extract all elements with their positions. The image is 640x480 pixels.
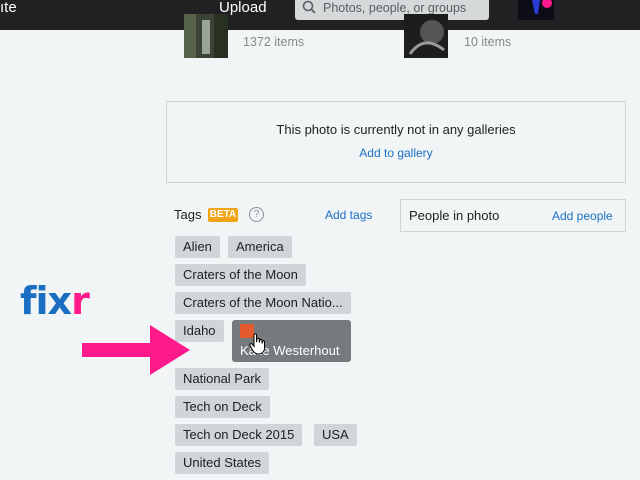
hand-cursor-icon	[249, 333, 265, 355]
user-avatar[interactable]	[518, 0, 554, 20]
galleries-panel: This photo is currently not in any galle…	[166, 101, 626, 183]
tag-chip[interactable]: Tech on Deck 2015	[175, 424, 303, 446]
help-icon[interactable]: ?	[249, 207, 264, 222]
tag-chip[interactable]: United States	[175, 452, 270, 474]
nav-item-fragment[interactable]: ıte	[0, 0, 17, 16]
search-icon	[302, 0, 316, 14]
search-input[interactable]: Photos, people, or groups	[295, 0, 489, 20]
top-navbar: ıte Upload Photos, people, or groups	[0, 0, 640, 30]
fixr-logo: fixr	[20, 279, 90, 323]
album-thumbnail[interactable]	[404, 14, 448, 58]
add-to-gallery-link[interactable]: Add to gallery	[167, 146, 625, 160]
tags-heading: Tags	[174, 207, 202, 222]
beta-badge: BETA	[208, 208, 238, 222]
people-heading: People in photo	[409, 208, 500, 223]
tag-chip[interactable]: Craters of the Moon Natio...	[175, 292, 351, 314]
tag-chip[interactable]: Alien	[175, 236, 220, 258]
add-tags-link[interactable]: Add tags	[325, 208, 372, 222]
tag-chip[interactable]: Tech on Deck	[175, 396, 270, 418]
pointer-arrow-icon	[82, 325, 190, 375]
galleries-message: This photo is currently not in any galle…	[276, 122, 516, 137]
people-panel: People in photo Add people	[400, 199, 626, 232]
tag-chip[interactable]: USA	[314, 424, 357, 446]
search-placeholder: Photos, people, or groups	[323, 1, 467, 15]
tag-chip[interactable]: America	[228, 236, 292, 258]
album-item-count: 1372 items	[243, 35, 305, 49]
tag-chip[interactable]: Craters of the Moon	[175, 264, 306, 286]
add-people-link[interactable]: Add people	[552, 209, 613, 223]
album-item-count: 10 items	[464, 35, 512, 49]
album-thumbnail[interactable]	[184, 14, 228, 58]
